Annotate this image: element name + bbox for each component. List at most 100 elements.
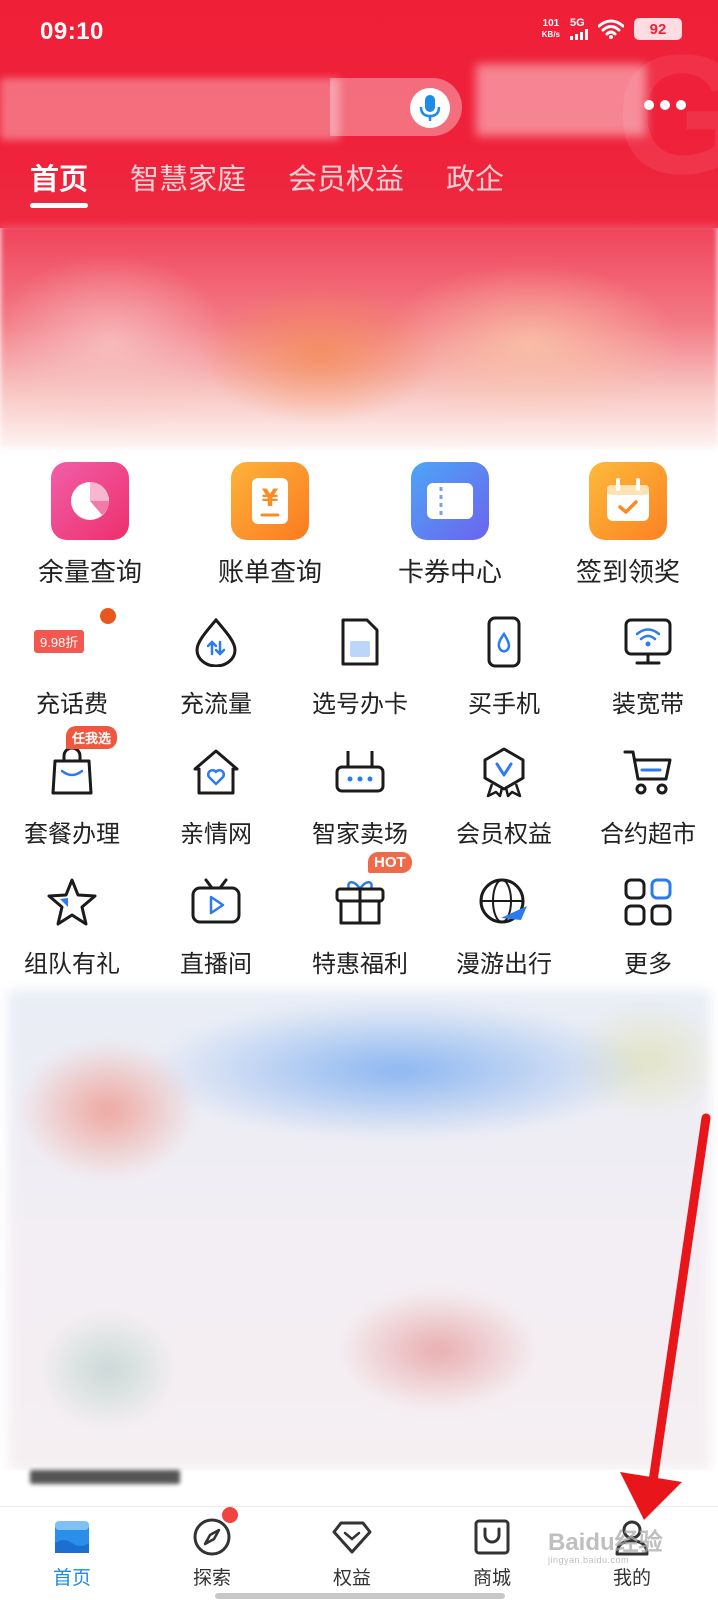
service-team-gift[interactable]: 组队有礼 bbox=[0, 874, 144, 979]
service-label: 装宽带 bbox=[612, 691, 684, 718]
service-label: 会员权益 bbox=[456, 821, 552, 848]
tab-enterprise[interactable]: 政企 bbox=[446, 156, 504, 208]
service-label: 智家卖场 bbox=[312, 821, 408, 848]
service-label: 套餐办理 bbox=[24, 821, 120, 848]
top-tabs: 首页 智慧家庭 会员权益 政企 bbox=[30, 156, 504, 208]
service-broadband[interactable]: 装宽带 bbox=[576, 614, 718, 719]
service-family-network[interactable]: 亲情网 bbox=[144, 744, 288, 849]
home-indicator[interactable] bbox=[215, 1593, 505, 1599]
phone-icon bbox=[476, 614, 532, 670]
shopping-bag-icon: 任我选 bbox=[44, 726, 118, 800]
heart-home-icon bbox=[188, 744, 244, 800]
microphone-icon[interactable] bbox=[410, 88, 450, 128]
diamond-icon bbox=[330, 1515, 374, 1559]
calendar-check-icon bbox=[589, 462, 667, 540]
svg-text:¥: ¥ bbox=[262, 484, 279, 512]
nav-label: 权益 bbox=[332, 1568, 371, 1589]
service-label: 更多 bbox=[624, 951, 672, 978]
cellular-signal-icon: 5G bbox=[570, 18, 588, 40]
service-buy-phone[interactable]: 买手机 bbox=[432, 614, 576, 719]
service-live-room[interactable]: 直播间 bbox=[144, 874, 288, 979]
service-more[interactable]: 更多 bbox=[576, 874, 718, 979]
network-type: 5G bbox=[570, 17, 585, 29]
status-time: 09:10 bbox=[40, 18, 104, 45]
nav-label: 探索 bbox=[192, 1568, 231, 1589]
service-member-benefits[interactable]: 会员权益 bbox=[432, 744, 576, 849]
service-label: 充流量 bbox=[180, 691, 252, 718]
quick-label: 签到领奖 bbox=[575, 557, 680, 587]
status-icons: 101 KB/s 5G 92 bbox=[542, 18, 682, 40]
net-speed-value: 101 bbox=[542, 18, 560, 29]
service-smart-home-store[interactable]: 智家卖场 bbox=[288, 744, 432, 849]
service-contract-market[interactable]: 合约超市 bbox=[576, 744, 718, 849]
nav-label: 商城 bbox=[472, 1568, 511, 1589]
service-label: 直播间 bbox=[180, 951, 252, 978]
compass-icon bbox=[190, 1507, 238, 1559]
globe-plane-icon bbox=[476, 874, 532, 930]
sim-card-icon bbox=[332, 614, 388, 670]
service-label: 漫游出行 bbox=[456, 951, 552, 978]
quick-coupon-center[interactable]: 卡券中心 bbox=[360, 462, 540, 589]
quick-checkin-reward[interactable]: 签到领奖 bbox=[538, 462, 718, 589]
tv-icon bbox=[188, 874, 244, 930]
tab-smart-home[interactable]: 智慧家庭 bbox=[130, 156, 246, 208]
status-bar: 09:10 101 KB/s 5G 92 bbox=[0, 0, 718, 64]
notification-dot bbox=[100, 608, 116, 624]
feed-section-title-partial bbox=[30, 1470, 180, 1484]
quick-bill-query[interactable]: ¥ 账单查询 bbox=[180, 462, 360, 589]
bill-icon: ¥ bbox=[231, 462, 309, 540]
explore-notification-dot bbox=[222, 1507, 238, 1523]
service-special-benefits[interactable]: HOT 特惠福利 bbox=[288, 852, 432, 979]
service-label: 特惠福利 bbox=[312, 951, 408, 978]
quick-balance-query[interactable]: 余量查询 bbox=[0, 462, 180, 589]
quick-label: 余量查询 bbox=[37, 557, 142, 587]
mall-bag-icon bbox=[470, 1515, 514, 1559]
recharge-icon: 9.98折 bbox=[34, 614, 100, 670]
quick-label: 卡券中心 bbox=[397, 557, 502, 587]
service-data-recharge[interactable]: 充流量 bbox=[144, 614, 288, 719]
service-label: 买手机 bbox=[468, 691, 540, 718]
home-icon bbox=[50, 1515, 94, 1559]
bottom-navigation: 首页 探索 权益 商城 我的 bbox=[0, 1506, 718, 1600]
more-options-icon[interactable] bbox=[644, 100, 686, 110]
header-promo-blurred[interactable] bbox=[476, 64, 646, 136]
search-placeholder-blurred[interactable] bbox=[0, 78, 340, 140]
service-label: 充话费 bbox=[36, 691, 108, 718]
wifi-icon bbox=[598, 19, 624, 39]
data-drop-icon bbox=[188, 614, 244, 670]
service-recharge[interactable]: 9.98折 充话费 bbox=[0, 608, 144, 719]
service-plan[interactable]: 任我选 套餐办理 bbox=[0, 726, 144, 849]
service-label: 亲情网 bbox=[180, 821, 252, 848]
service-label: 选号办卡 bbox=[312, 691, 408, 718]
nav-home[interactable]: 首页 bbox=[22, 1515, 122, 1590]
user-icon bbox=[610, 1515, 654, 1559]
gift-icon: HOT bbox=[332, 852, 412, 930]
nav-mall[interactable]: 商城 bbox=[442, 1515, 542, 1590]
nav-benefits[interactable]: 权益 bbox=[302, 1515, 402, 1590]
plan-badge: 任我选 bbox=[66, 726, 118, 749]
service-label: 组队有礼 bbox=[24, 951, 120, 978]
service-choose-number[interactable]: 选号办卡 bbox=[288, 614, 432, 719]
battery-icon: 92 bbox=[634, 18, 682, 40]
nav-label: 我的 bbox=[612, 1568, 651, 1589]
promo-banner-blurred[interactable] bbox=[0, 224, 718, 448]
star-icon bbox=[44, 874, 100, 930]
nav-profile[interactable]: 我的 bbox=[582, 1515, 682, 1590]
quick-actions: 余量查询 ¥ 账单查询 卡券中心 签到领奖 bbox=[0, 462, 718, 592]
pie-chart-icon bbox=[51, 462, 129, 540]
quick-label: 账单查询 bbox=[217, 557, 322, 587]
service-roaming-travel[interactable]: 漫游出行 bbox=[432, 874, 576, 979]
nav-explore[interactable]: 探索 bbox=[162, 1507, 262, 1590]
tab-member-benefits[interactable]: 会员权益 bbox=[288, 156, 404, 208]
header: G 09:10 101 KB/s 5G 92 首页 智慧家庭 会员权益 政企 bbox=[0, 0, 718, 228]
hot-badge: HOT bbox=[368, 852, 412, 873]
cart-icon bbox=[620, 744, 676, 800]
tab-home[interactable]: 首页 bbox=[30, 156, 89, 208]
net-speed: 101 KB/s bbox=[542, 18, 560, 40]
member-badge-icon bbox=[476, 744, 532, 800]
grid-more-icon bbox=[620, 874, 676, 930]
service-grid: 9.98折 充话费 充流量 选号办卡 买手机 装宽带 任我选 套餐办理 亲情网 … bbox=[0, 600, 718, 990]
content-feed-blurred[interactable] bbox=[8, 990, 710, 1470]
service-label: 合约超市 bbox=[600, 821, 696, 848]
broadband-icon bbox=[620, 614, 676, 670]
